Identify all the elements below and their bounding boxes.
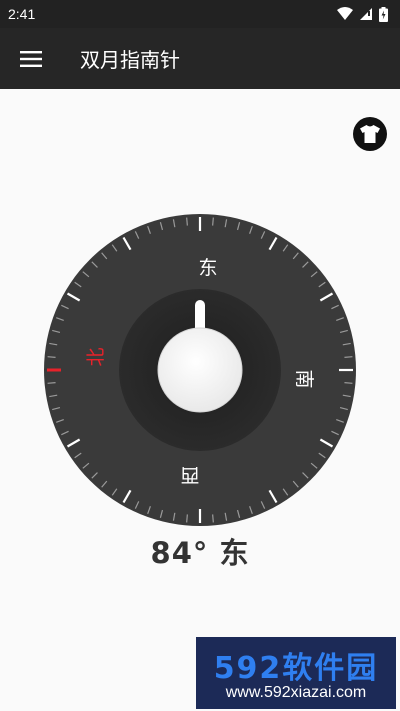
skin-button[interactable] [353,117,387,151]
menu-button[interactable] [0,28,62,89]
minor-tick [47,382,56,384]
direction-label-east: 东 [198,257,218,279]
minor-tick [212,217,214,226]
watermark-logo: 592软件园 [213,651,379,686]
signal-icon [360,8,372,20]
hamburger-menu-icon [20,50,42,67]
status-bar: 2:41 [0,0,400,28]
minor-tick [212,514,214,523]
minor-tick [344,356,353,358]
status-icons [337,6,388,22]
direction-label-north: 北 [85,347,107,367]
screen: 2:41 双月指南针 东 南 西 北 84° 东 592软件园 www.592x… [0,0,400,711]
tshirt-icon [360,125,380,143]
app-bar: 双月指南针 [0,28,400,89]
compass-knob [157,327,243,413]
minor-tick [186,217,188,226]
direction-label-west: 西 [180,464,200,486]
compass-dial[interactable]: 东 南 西 北 [44,214,356,526]
wifi-icon [337,7,353,20]
watermark-url: www.592xiazai.com [225,684,367,701]
watermark-banner: 592软件园 www.592xiazai.com [196,637,396,709]
minor-tick [47,356,56,358]
status-time: 2:41 [8,6,36,22]
direction-label-south: 南 [293,369,315,389]
app-title: 双月指南针 [80,48,180,72]
minor-tick [186,514,188,523]
battery-icon [379,6,388,22]
heading-readout: 84° 东 [150,536,250,570]
minor-tick [344,382,353,384]
